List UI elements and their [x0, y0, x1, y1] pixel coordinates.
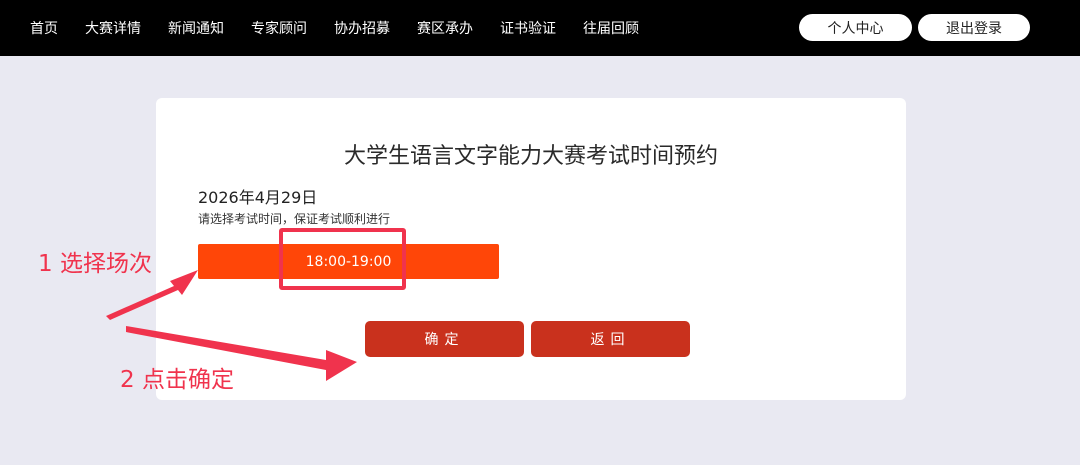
- exam-date: 2026年4月29日: [198, 188, 318, 207]
- nav-item-home[interactable]: 首页: [30, 18, 58, 38]
- page-title: 大学生语言文字能力大赛考试时间预约: [343, 144, 718, 169]
- nav-item-experts[interactable]: 专家顾问: [251, 18, 307, 38]
- main-nav: 首页 大赛详情 新闻通知 专家顾问 协办招募 赛区承办 证书验证 往届回顾: [30, 0, 666, 56]
- nav-item-division-host[interactable]: 赛区承办: [417, 18, 473, 38]
- back-button[interactable]: 返回: [531, 321, 690, 357]
- slot-highlight-box: [279, 228, 406, 290]
- nav-item-co-organizer-recruit[interactable]: 协办招募: [334, 18, 390, 38]
- nav-item-past-review[interactable]: 往届回顾: [583, 18, 639, 38]
- nav-item-competition-details[interactable]: 大赛详情: [85, 18, 141, 38]
- booking-card: 大学生语言文字能力大赛考试时间预约 2026年4月29日 请选择考试时间，保证考…: [156, 98, 906, 400]
- nav-item-certificate-verify[interactable]: 证书验证: [500, 18, 556, 38]
- annotation-step1: 1 选择场次: [38, 251, 152, 277]
- top-navigation-bar: 首页 大赛详情 新闻通知 专家顾问 协办招募 赛区承办 证书验证 往届回顾 个人…: [0, 0, 1080, 56]
- annotation-step2: 2 点击确定: [120, 367, 234, 393]
- logout-button[interactable]: 退出登录: [918, 14, 1030, 41]
- user-center-button[interactable]: 个人中心: [799, 14, 912, 41]
- confirm-button[interactable]: 确定: [365, 321, 524, 357]
- nav-item-news[interactable]: 新闻通知: [168, 18, 224, 38]
- exam-hint: 请选择考试时间，保证考试顺利进行: [198, 212, 391, 226]
